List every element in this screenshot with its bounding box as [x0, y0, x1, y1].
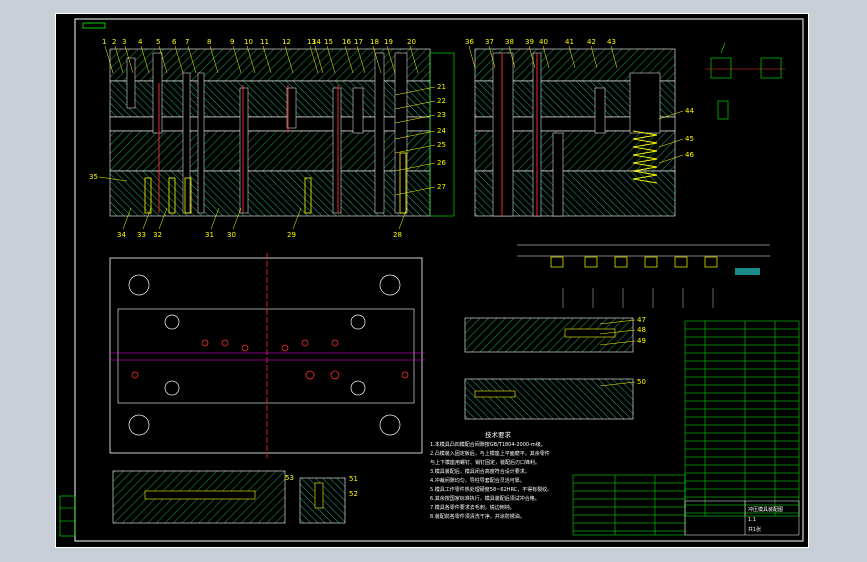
tech-note-line: 与上下模座用螺钉、销钉固定，装配后刃口锋利。	[430, 459, 540, 466]
part-label-18: 18	[370, 38, 379, 46]
part-label-22: 22	[437, 97, 446, 105]
part-label-7: 7	[185, 38, 189, 46]
tech-notes-title: 技术要求	[485, 430, 512, 439]
part-label-44: 44	[685, 107, 694, 115]
part-label-41: 41	[565, 38, 574, 46]
part-label-50: 50	[637, 378, 646, 386]
tech-note-line: 5.模具工作零件热处理硬度58~62HRC，不得有裂纹。	[430, 486, 552, 493]
title-block: 冲压模具装配图 1:1 共1张	[748, 506, 783, 533]
part-label-14: 14	[312, 38, 321, 46]
title-block-sheet: 共1张	[748, 526, 761, 533]
part-label-24: 24	[437, 127, 446, 135]
part-label-28: 28	[393, 231, 402, 239]
part-label-15: 15	[324, 38, 333, 46]
part-label-47: 47	[637, 316, 646, 324]
right-section-view	[474, 48, 676, 217]
part-label-42: 42	[587, 38, 596, 46]
drawing-sheet: 技术要求 1.本模具凸凹模配合间隙按GB/T1804-2000-m级。 2.凸模装…	[55, 13, 809, 548]
part-label-11: 11	[260, 38, 269, 46]
part-label-17: 17	[354, 38, 363, 46]
part-label-25: 25	[437, 141, 446, 149]
part-label-31: 31	[205, 231, 214, 239]
part-label-53: 53	[285, 474, 294, 482]
part-label-1: 1	[102, 38, 106, 46]
title-block-name: 冲压模具装配图	[748, 506, 783, 513]
part-label-10: 10	[244, 38, 253, 46]
part-label-35: 35	[89, 173, 98, 181]
part-label-39: 39	[525, 38, 534, 46]
part-label-37: 37	[485, 38, 494, 46]
part-label-21: 21	[437, 83, 446, 91]
part-label-12: 12	[282, 38, 291, 46]
part-label-45: 45	[685, 135, 694, 143]
part-label-19: 19	[384, 38, 393, 46]
part-label-8: 8	[207, 38, 211, 46]
tech-note-line: 6.其余按国家标准执行，模具装配后须试冲合格。	[430, 495, 540, 502]
tech-note-line: 1.本模具凸凹模配合间隙按GB/T1804-2000-m级。	[430, 441, 546, 448]
section-view-bottom	[112, 470, 346, 524]
part-label-51: 51	[349, 475, 358, 483]
tech-note-line: 3.模具装配后，模具闭合高度符合设计要求。	[430, 468, 530, 475]
part-label-48: 48	[637, 326, 646, 334]
side-strip	[59, 495, 76, 537]
part-label-32: 32	[153, 231, 162, 239]
tech-note-line: 4.冲裁间隙均匀，导柱导套配合灵活可靠。	[430, 477, 525, 484]
part-label-49: 49	[637, 337, 646, 345]
part-label-29: 29	[287, 231, 296, 239]
main-section-view	[109, 48, 455, 217]
part-label-43: 43	[607, 38, 616, 46]
tech-note-line: 8.装配前各零件须清洗干净，并涂防锈油。	[430, 513, 525, 520]
part-label-33: 33	[137, 231, 146, 239]
part-label-26: 26	[437, 159, 446, 167]
part-label-9: 9	[230, 38, 234, 46]
part-label-20: 20	[407, 38, 416, 46]
detail-view-small	[705, 42, 785, 120]
part-label-23: 23	[437, 111, 446, 119]
drawing-tag	[82, 22, 106, 29]
part-label-52: 52	[349, 490, 358, 498]
part-label-16: 16	[342, 38, 351, 46]
part-label-36: 36	[465, 38, 474, 46]
part-label-6: 6	[172, 38, 177, 46]
parts-list-table	[572, 320, 800, 536]
part-label-27: 27	[437, 183, 446, 191]
part-label-30: 30	[227, 231, 236, 239]
tech-note-line: 2.凸模装入固定板后，与上模座上平面磨平，其余零件	[430, 450, 550, 457]
cad-drawing: 技术要求 1.本模具凸凹模配合间隙按GB/T1804-2000-m级。 2.凸模装…	[55, 13, 809, 548]
plan-view	[109, 253, 425, 458]
part-label-3: 3	[122, 38, 126, 46]
strip-layout	[517, 244, 770, 308]
part-label-46: 46	[685, 151, 694, 159]
part-label-40: 40	[539, 38, 548, 46]
part-label-38: 38	[505, 38, 514, 46]
tech-note-line: 7.模具各零件要求去毛刺，锐边倒钝。	[430, 504, 515, 511]
tech-notes: 技术要求 1.本模具凸凹模配合间隙按GB/T1804-2000-m级。 2.凸模装…	[430, 430, 552, 520]
part-label-5: 5	[156, 38, 160, 46]
part-label-34: 34	[117, 231, 126, 239]
part-label-4: 4	[138, 38, 143, 46]
title-block-scale: 1:1	[748, 517, 756, 523]
part-label-2: 2	[112, 38, 116, 46]
